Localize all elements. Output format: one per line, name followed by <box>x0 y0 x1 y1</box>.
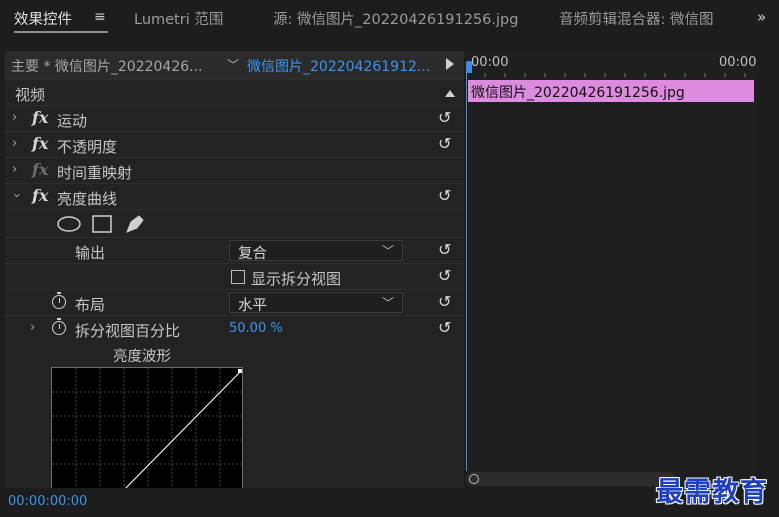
fx-icon[interactable]: fx <box>32 108 48 127</box>
layout-value: 水平 <box>238 298 267 314</box>
chevron-down-icon: ﹀ <box>381 296 394 310</box>
layout-label: 布局 <box>75 296 106 314</box>
pen-mask-icon[interactable] <box>126 215 144 233</box>
zoom-scroll-handle[interactable] <box>469 474 479 484</box>
output-dropdown[interactable]: 复合 ﹀ <box>229 240 403 262</box>
split-percent-label: 拆分视图百分比 <box>75 322 181 340</box>
tab-effect-controls[interactable]: 效果控件 <box>14 8 72 29</box>
time-ruler-end: 00:00 <box>719 55 757 70</box>
timeline-clip[interactable]: 微信图片_20220426191256.jpg <box>468 80 754 102</box>
split-view-label: 显示拆分视图 <box>251 270 342 288</box>
tab-source[interactable]: 源: 微信图片_20220426191256.jpg <box>273 8 518 29</box>
grid-lines <box>52 368 242 488</box>
effect-label: 运动 <box>57 112 88 130</box>
panel-tab-bar: 效果控件 ≡ Lumetri 范围 源: 微信图片_20220426191256… <box>0 0 779 38</box>
expand-chevron-icon[interactable]: › <box>12 110 17 125</box>
effect-row-luma-curve[interactable]: › fx 亮度曲线 ↺ <box>5 183 464 209</box>
reset-icon[interactable]: ↺ <box>438 134 451 153</box>
output-label: 输出 <box>75 244 106 262</box>
watermark-logo: 最需教育 <box>656 477 768 508</box>
rectangle-mask-icon[interactable] <box>92 215 112 233</box>
effect-label: 时间重映射 <box>57 164 133 182</box>
effect-row-opacity[interactable]: › fx 不透明度 ↺ <box>5 131 464 157</box>
ellipse-mask-icon[interactable] <box>57 216 81 232</box>
collapse-chevron-icon[interactable]: › <box>9 193 24 198</box>
output-value: 复合 <box>238 246 267 262</box>
stopwatch-icon[interactable] <box>52 318 66 335</box>
reset-icon[interactable]: ↺ <box>438 186 451 205</box>
param-row-output: 输出 复合 ﹀ ↺ <box>5 237 464 263</box>
tab-lumetri-scopes[interactable]: Lumetri 范围 <box>134 8 223 29</box>
time-ruler-start: 00:00 <box>471 55 509 70</box>
video-section-row: 视频 <box>5 79 464 105</box>
curve-control-point[interactable] <box>238 369 242 373</box>
effect-row-time-remapping[interactable]: › fx 时间重映射 <box>5 157 464 183</box>
video-section-label: 视频 <box>15 86 46 104</box>
mask-tools <box>57 215 144 233</box>
luma-waveform-title: 亮度波形 <box>113 349 171 365</box>
playhead-handle[interactable] <box>466 61 472 73</box>
expand-chevron-icon[interactable]: › <box>30 320 35 335</box>
clip-name: 微信图片_20220426191256.jpg <box>471 85 685 101</box>
active-clip-label[interactable]: 微信图片_202204261912... <box>247 56 430 76</box>
luma-curve-line[interactable] <box>122 370 242 488</box>
effect-label: 不透明度 <box>57 138 118 156</box>
param-row-layout: 布局 水平 ﹀ ↺ <box>5 289 464 315</box>
chevron-down-icon: ﹀ <box>381 244 394 258</box>
reset-icon[interactable]: ↺ <box>438 108 451 127</box>
tabs-overflow-icon[interactable]: » <box>757 8 766 26</box>
reset-icon[interactable]: ↺ <box>438 266 451 285</box>
clip-header-row: 主要 * 微信图片_20220426... ﹀ 微信图片_20220426191… <box>5 51 464 79</box>
curve-grid <box>52 368 242 488</box>
layout-dropdown[interactable]: 水平 ﹀ <box>229 292 403 314</box>
mask-tools-row <box>5 209 464 237</box>
master-clip-label[interactable]: 主要 * 微信图片_20220426... <box>11 56 203 76</box>
param-row-split-view: 显示拆分视图 ↺ <box>5 263 464 289</box>
panel-menu-icon[interactable]: ≡ <box>94 9 106 25</box>
tab-audio-clip-mixer[interactable]: 音频剪辑混合器: 微信图 <box>559 8 714 29</box>
playhead-line <box>466 73 467 471</box>
effect-label: 亮度曲线 <box>57 190 118 208</box>
time-ruler-ticks <box>484 73 746 77</box>
luma-curve-graph[interactable] <box>51 367 243 488</box>
reset-icon[interactable]: ↺ <box>438 318 451 337</box>
current-timecode[interactable]: 00:00:00:00 <box>8 494 87 509</box>
expand-chevron-icon[interactable]: › <box>12 136 17 151</box>
active-tab-underline <box>14 31 108 33</box>
expand-chevron-icon[interactable]: › <box>12 162 17 177</box>
show-timeline-arrow-icon[interactable] <box>446 58 454 70</box>
effect-row-motion[interactable]: › fx 运动 ↺ <box>5 105 464 131</box>
reset-icon[interactable]: ↺ <box>438 240 451 259</box>
fx-icon[interactable]: fx <box>32 186 48 205</box>
reset-icon[interactable]: ↺ <box>438 292 451 311</box>
timeline-scrollbar[interactable] <box>466 472 676 486</box>
timeline-area: 00:00 00:00 <box>465 51 757 488</box>
split-view-checkbox[interactable] <box>231 270 245 284</box>
stopwatch-icon[interactable] <box>52 292 66 309</box>
collapse-up-icon[interactable] <box>445 90 455 97</box>
effect-controls-panel: 主要 * 微信图片_20220426... ﹀ 微信图片_20220426191… <box>5 51 464 488</box>
fx-icon[interactable]: fx <box>32 134 48 153</box>
split-percent-value[interactable]: 50.00 % <box>229 321 283 336</box>
fx-icon: fx <box>32 160 49 179</box>
param-row-split-percent: › 拆分视图百分比 50.00 % ↺ <box>5 315 464 341</box>
clip-chevron-down-icon[interactable]: ﹀ <box>227 56 239 73</box>
